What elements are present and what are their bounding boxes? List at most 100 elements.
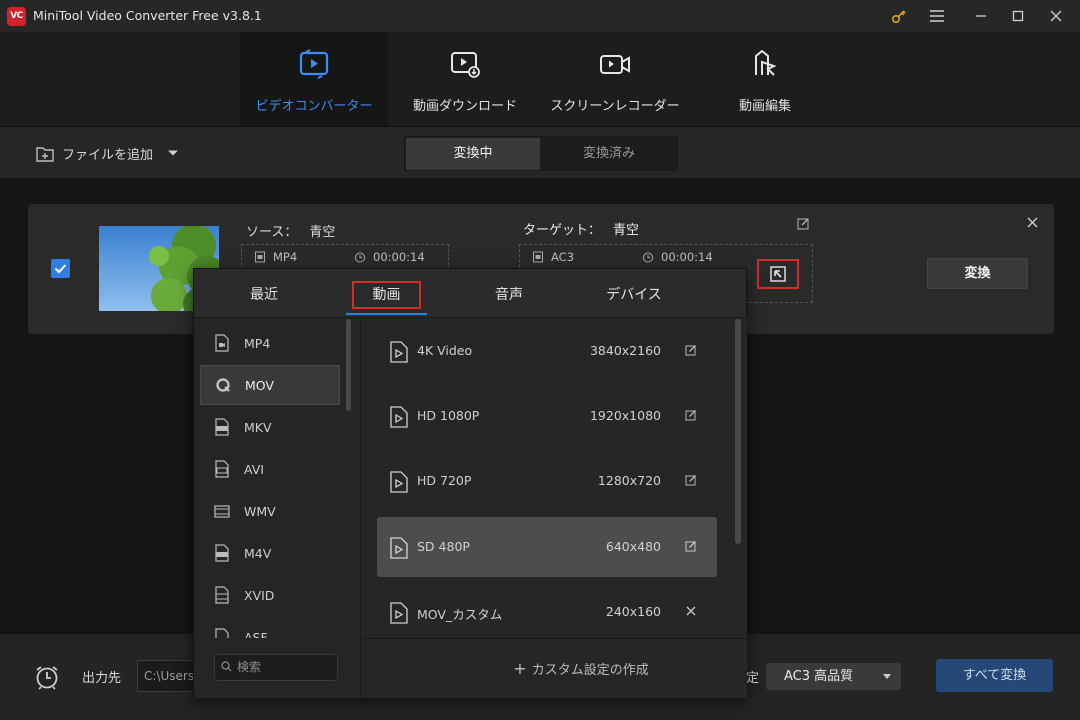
menu-icon[interactable] [926, 6, 948, 26]
format-item-mp4[interactable]: MP4 [200, 323, 340, 363]
convert-button[interactable]: 変換 [927, 258, 1028, 289]
search-placeholder: 検索 [237, 660, 262, 674]
popup-footer: + カスタム設定の作成 [361, 638, 747, 698]
tab-converting[interactable]: 変換中 [406, 138, 540, 170]
remove-task-icon[interactable] [1026, 216, 1039, 229]
target-format-button[interactable] [757, 259, 799, 289]
app-logo: VC [7, 7, 26, 26]
edit-target-icon[interactable] [797, 217, 810, 230]
format-item-mov[interactable]: MOV [200, 365, 340, 405]
preset-list-scrollbar[interactable] [735, 319, 741, 544]
preset-resolution: 640x480 [605, 539, 661, 554]
format-item-wmv[interactable]: WMV [200, 491, 340, 531]
m4v-file-icon [215, 544, 229, 562]
output-label: 出力先 [82, 671, 122, 686]
output-format-select[interactable]: AC3 高品質 [766, 663, 901, 690]
format-item-label: MP4 [244, 335, 271, 351]
format-item-m4v[interactable]: M4V [200, 533, 340, 573]
chevron-down-icon[interactable] [167, 149, 179, 157]
convert-all-button[interactable]: すべて変換 [936, 659, 1053, 692]
task-checkbox[interactable] [51, 259, 70, 278]
minimize-icon[interactable] [970, 6, 992, 26]
video-file-icon [390, 537, 408, 559]
format-search-area: 検索 [194, 638, 360, 698]
video-file-icon [390, 471, 408, 493]
format-item-mkv[interactable]: MKV [200, 407, 340, 447]
source-name: 青空 [309, 225, 336, 240]
video-file-icon [390, 602, 408, 624]
delete-icon[interactable] [685, 605, 697, 617]
asf-file-icon [215, 628, 229, 638]
add-file-button[interactable]: ファイルを追加 [34, 142, 179, 164]
nav-tab-video-edit[interactable]: 動画編集 [691, 32, 839, 126]
format-item-label: ASF [244, 629, 268, 639]
schedule-icon[interactable] [33, 663, 61, 691]
plus-icon: + [513, 659, 527, 678]
preset-row-selected[interactable]: SD 480P 640x480 [377, 517, 717, 577]
tab-video[interactable]: 動画 [352, 281, 421, 309]
nav-tab-label: 動画ダウンロード [412, 99, 517, 114]
preset-row[interactable]: MOV_カスタム 240x160 [377, 582, 717, 642]
video-edit-icon [749, 48, 781, 80]
preset-name: MOV_カスタム [417, 607, 503, 622]
conversion-tabs: 変換中 変換済み [404, 136, 678, 171]
format-search-input[interactable]: 検索 [214, 654, 338, 681]
tab-device[interactable]: デバイス [594, 281, 674, 309]
video-file-icon [390, 341, 408, 363]
nav-tab-label: 動画編集 [738, 99, 791, 114]
chevron-down-icon [883, 674, 891, 679]
format-popup: 最近 動画 音声 デバイス MP4 MOV MKV AVI WMV M4V XV… [193, 268, 748, 698]
source-format: MP4 [254, 250, 297, 264]
preset-name: HD 720P [417, 473, 472, 488]
format-list: MP4 MOV MKV AVI WMV M4V XVID ASF [194, 318, 360, 638]
key-icon[interactable] [888, 6, 910, 26]
mkv-file-icon [215, 418, 229, 436]
preset-list: 4K Video 3840x2160 HD 1080P 1920x1080 HD… [361, 318, 747, 638]
edit-icon[interactable] [685, 474, 697, 486]
source-label: ソース： 青空 [246, 221, 335, 240]
create-custom-button[interactable]: + カスタム設定の作成 [513, 659, 648, 678]
preset-row[interactable]: HD 1080P 1920x1080 [377, 386, 717, 446]
format-item-label: MKV [244, 419, 272, 435]
file-icon [533, 251, 543, 263]
close-icon[interactable] [1045, 6, 1067, 26]
tab-converted[interactable]: 変換済み [542, 138, 676, 170]
source-format-text: MP4 [273, 250, 298, 264]
nav-tab-video-download[interactable]: 動画ダウンロード [391, 32, 539, 126]
wmv-file-icon [214, 505, 230, 518]
edit-icon[interactable] [685, 344, 697, 356]
mov-file-icon [216, 378, 230, 392]
preset-name: HD 1080P [417, 408, 480, 423]
format-item-asf[interactable]: ASF [200, 617, 340, 638]
preset-row[interactable]: 4K Video 3840x2160 [377, 321, 717, 381]
format-item-xvid[interactable]: XVID [200, 575, 340, 615]
format-item-label: M4V [244, 545, 272, 561]
toolbar: ファイルを追加 変換中 変換済み [0, 126, 1080, 178]
preset-resolution: 3840x2160 [589, 343, 661, 358]
nav-tab-screen-recorder[interactable]: スクリーンレコーダー [541, 32, 689, 126]
mp4-file-icon [215, 334, 229, 352]
edit-icon[interactable] [685, 409, 697, 421]
source-label-text: ソース： [246, 225, 298, 240]
active-tab-indicator [346, 313, 427, 315]
nav-tab-label: スクリーンレコーダー [550, 99, 680, 114]
add-file-label: ファイルを追加 [62, 147, 154, 163]
preset-row[interactable]: HD 720P 1280x720 [377, 451, 717, 511]
tab-audio[interactable]: 音声 [479, 281, 539, 309]
main-nav: ビデオコンバーター 動画ダウンロード スクリーンレコーダー 動画編集 [0, 32, 1080, 126]
convert-icon [298, 48, 330, 80]
tab-recent[interactable]: 最近 [234, 281, 294, 309]
screen-record-icon [599, 48, 631, 80]
add-file-icon [36, 147, 54, 162]
target-format: AC3 [532, 250, 574, 264]
nav-tab-label: ビデオコンバーター [255, 99, 373, 114]
format-label: 定 [746, 671, 760, 686]
format-item-avi[interactable]: AVI [200, 449, 340, 489]
edit-icon[interactable] [685, 540, 697, 552]
nav-tab-video-converter[interactable]: ビデオコンバーター [240, 32, 388, 126]
format-list-scrollbar[interactable] [346, 319, 351, 411]
maximize-icon[interactable] [1007, 6, 1029, 26]
output-format-value: AC3 高品質 [784, 669, 854, 684]
create-custom-label: カスタム設定の作成 [531, 663, 649, 678]
preset-resolution: 240x160 [605, 604, 661, 619]
